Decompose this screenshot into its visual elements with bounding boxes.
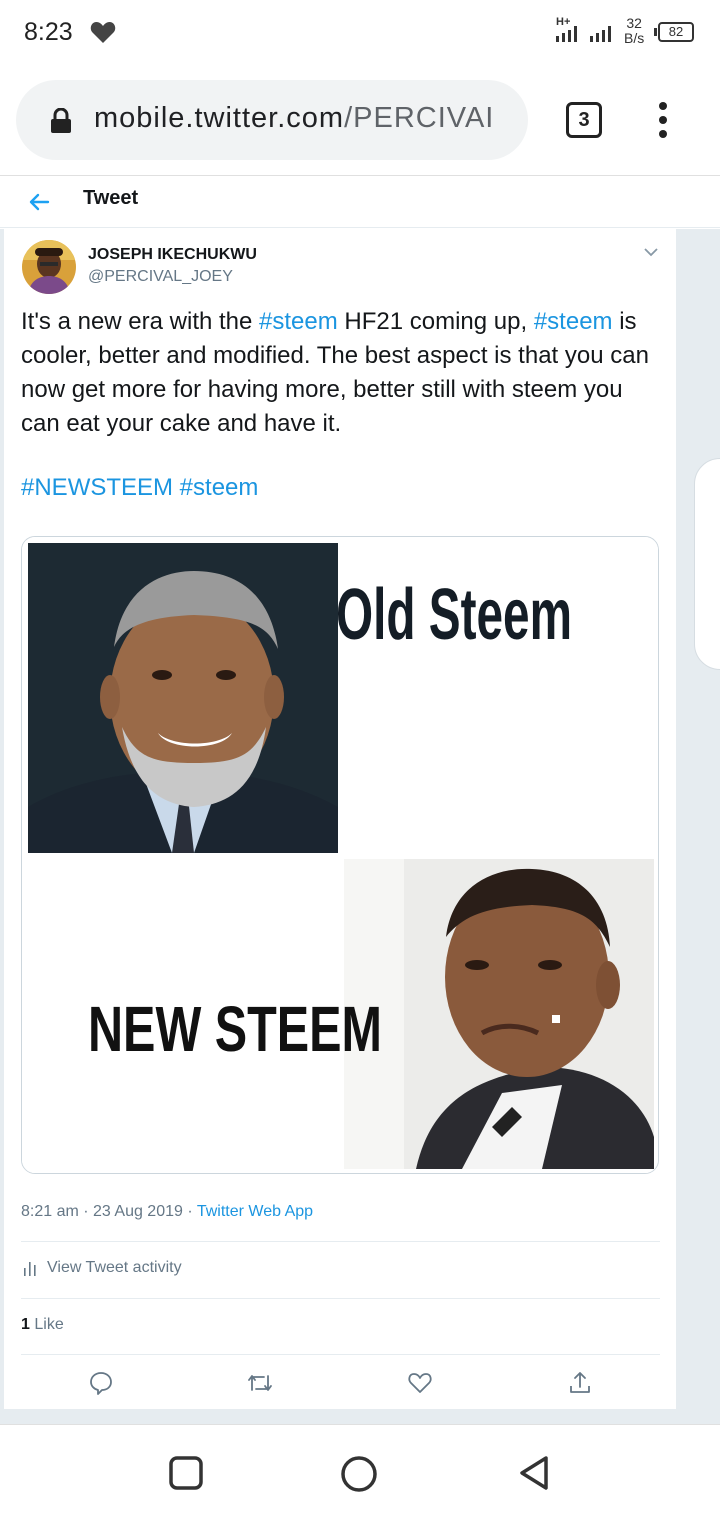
- view-tweet-activity-link[interactable]: View Tweet activity: [21, 1259, 182, 1277]
- side-edge-handle[interactable]: [694, 458, 720, 670]
- tweet-source-link[interactable]: Twitter Web App: [197, 1203, 313, 1220]
- signal-icon-2: [590, 26, 611, 42]
- reply-icon[interactable]: [88, 1370, 114, 1396]
- recent-apps-icon[interactable]: [168, 1455, 204, 1491]
- battery-nub: [654, 28, 657, 36]
- tweet-time: 8:21 am: [21, 1203, 79, 1220]
- page-title: Tweet: [83, 187, 139, 209]
- address-bar[interactable]: mobile.twitter.com/PERCIVAI: [16, 80, 528, 160]
- hashtag-links[interactable]: #NEWSTEEM #steem: [21, 474, 258, 502]
- heart-notification-icon: [90, 22, 116, 43]
- hashtag-link[interactable]: #steem: [259, 308, 338, 335]
- back-arrow-icon[interactable]: [26, 190, 52, 214]
- share-icon[interactable]: [567, 1370, 593, 1396]
- likes-count[interactable]: 1 Like: [21, 1316, 64, 1334]
- battery-level: 82: [658, 22, 694, 42]
- url-text: mobile.twitter.com/PERCIVAI: [94, 102, 495, 134]
- network-speed: 32 B/s: [624, 15, 645, 46]
- tweet-metadata: 8:21 am · 23 Aug 2019 · Twitter Web App: [21, 1203, 314, 1220]
- status-time: 8:23: [24, 18, 73, 46]
- retweet-icon[interactable]: [246, 1370, 274, 1396]
- tweet-media-image[interactable]: Old Steem NEW STEEM: [21, 536, 659, 1174]
- system-navigation-bar: [0, 1424, 720, 1520]
- chevron-down-icon[interactable]: [642, 245, 660, 259]
- hashtag-link[interactable]: #steem: [534, 308, 613, 335]
- overflow-menu-icon[interactable]: [656, 102, 670, 144]
- home-icon[interactable]: [340, 1455, 378, 1493]
- author-display-name[interactable]: JOSEPH IKECHUKWU: [88, 246, 257, 264]
- divider: [21, 1241, 660, 1242]
- back-nav-icon[interactable]: [516, 1455, 552, 1491]
- browser-toolbar: mobile.twitter.com/PERCIVAI 3: [0, 66, 720, 176]
- divider: [21, 1354, 660, 1355]
- old-photo: [28, 543, 338, 853]
- bar-chart-icon: [24, 1262, 36, 1276]
- media-caption-bottom: NEW STEEM: [88, 993, 382, 1065]
- divider: [21, 1298, 660, 1299]
- like-heart-icon[interactable]: [407, 1370, 433, 1396]
- avatar[interactable]: [22, 240, 76, 294]
- author-handle[interactable]: @PERCIVAL_JOEY: [88, 268, 233, 286]
- lock-icon: [51, 108, 71, 133]
- new-photo: [344, 859, 654, 1169]
- tab-switcher-button[interactable]: 3: [566, 102, 602, 138]
- media-caption-top: Old Steem: [336, 575, 572, 655]
- tweet-text: It's a new era with the #steem HF21 comi…: [21, 308, 649, 437]
- status-bar: 8:23 H+ 32 B/s 82: [0, 0, 720, 66]
- tweet-date: 23 Aug 2019: [93, 1203, 183, 1220]
- signal-icon: [556, 26, 577, 42]
- tweet-page-header: Tweet: [0, 178, 720, 228]
